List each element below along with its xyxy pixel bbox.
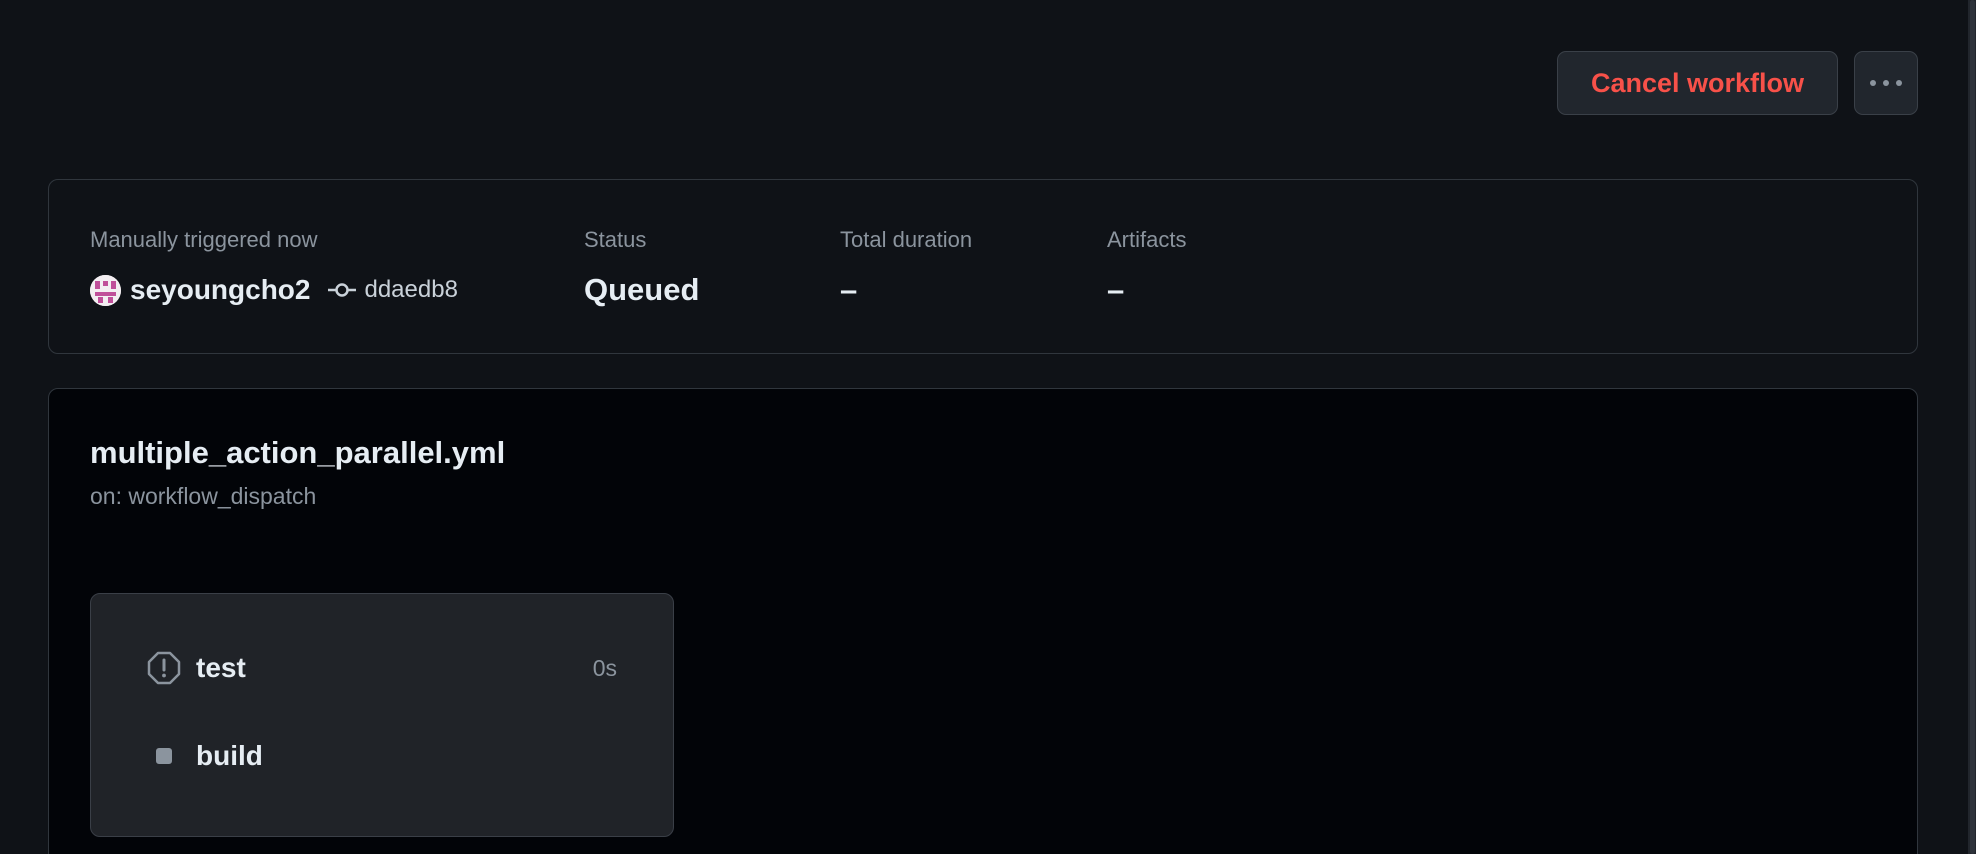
status-column: Status Queued [584, 226, 699, 308]
duration-label: Total duration [840, 227, 973, 252]
duration-column: Total duration – [840, 226, 972, 308]
trigger-label: Manually triggered now [90, 227, 318, 252]
avatar[interactable] [90, 274, 121, 306]
avatar-identicon-icon [90, 274, 121, 306]
scrollbar-thumb[interactable] [1970, 0, 1975, 854]
actor-row: seyoungcho2 ddaedb8 [90, 272, 458, 308]
scrollbar-track[interactable] [1968, 0, 1976, 854]
artifacts-column: Artifacts – [1107, 226, 1186, 308]
workflow-trigger: on: workflow_dispatch [90, 483, 317, 509]
status-label: Status [584, 227, 647, 252]
more-actions-button[interactable] [1854, 51, 1918, 115]
job-build[interactable]: build [147, 736, 617, 776]
trigger-column: Manually triggered now seyoungcho2 ddaed… [90, 226, 458, 308]
commit-sha-link[interactable]: ddaedb8 [364, 276, 457, 304]
actor-link[interactable]: seyoungcho2 [130, 274, 310, 306]
job-duration: 0s [592, 654, 617, 681]
queued-square-icon [147, 739, 181, 773]
duration-value: – [840, 272, 858, 307]
job-name: build [196, 740, 263, 771]
header-actions: Cancel workflow [1556, 51, 1918, 115]
job-name: test [196, 652, 246, 683]
status-value: Queued [584, 272, 700, 307]
workflow-file-name[interactable]: multiple_action_parallel.yml [90, 435, 505, 471]
alert-octagon-icon [147, 651, 181, 685]
job-test[interactable]: test 0s [147, 648, 617, 688]
job-group-card: test 0s build [90, 593, 674, 837]
workflow-run-page: Cancel workflow Manually triggered now s… [0, 0, 1976, 854]
workflow-graph-panel: multiple_action_parallel.yml on: workflo… [48, 388, 1918, 854]
cancel-workflow-button[interactable]: Cancel workflow [1556, 51, 1838, 115]
artifacts-value: – [1107, 272, 1125, 307]
run-summary-card: Manually triggered now seyoungcho2 ddaed… [48, 179, 1918, 354]
kebab-horizontal-icon [1870, 80, 1902, 86]
git-commit-icon [328, 283, 357, 297]
artifacts-label: Artifacts [1107, 227, 1187, 252]
